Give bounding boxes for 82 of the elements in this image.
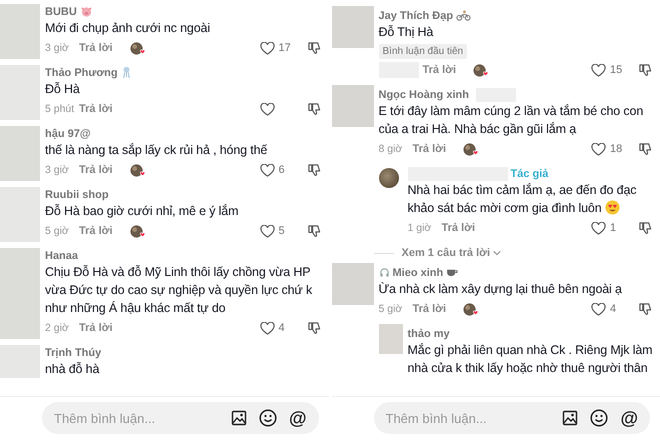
timestamp: 5 phút bbox=[45, 103, 75, 115]
pig-icon bbox=[80, 6, 93, 17]
reply-link[interactable]: Trả lời bbox=[412, 303, 446, 315]
first-comment-badge: Bình luận đầu tiên bbox=[378, 44, 468, 59]
timestamp: 5 giờ bbox=[45, 225, 70, 237]
timestamp: 2 giờ bbox=[45, 322, 70, 334]
username[interactable]: Trịnh Thúy bbox=[45, 346, 102, 358]
comment-text: Đỗ Hà bbox=[45, 81, 81, 98]
headphones-icon bbox=[378, 267, 390, 278]
comment-text: Nhà hai bác tìm cảm lắm ạ, ae đến đo đạc khảo sát bác mời cơm gia đình luôn bbox=[408, 182, 638, 217]
thumbs-down-icon[interactable] bbox=[308, 224, 320, 238]
image-icon[interactable] bbox=[562, 410, 578, 426]
username[interactable]: Ruubii shop bbox=[45, 188, 109, 200]
timestamp: 5 giờ bbox=[378, 303, 404, 315]
reply-link[interactable]: Trả lời bbox=[79, 225, 112, 237]
comment-input-field[interactable]: Thêm bình luận... @ bbox=[374, 402, 650, 434]
thumbs-down-icon[interactable] bbox=[639, 64, 652, 76]
comment-text: Đỗ Thị Hà bbox=[378, 24, 434, 41]
reply-link[interactable]: Trả lời bbox=[79, 164, 112, 176]
image-icon[interactable] bbox=[230, 410, 247, 426]
chevron-icon bbox=[493, 250, 502, 256]
thumbs-down-icon[interactable] bbox=[639, 222, 652, 234]
comment-input-field[interactable]: Thêm bình luận... @ bbox=[42, 402, 318, 434]
cup-icon bbox=[446, 268, 460, 277]
comment-text: Mắc gì phải liên quan nhà Ck . Riêng Mjk làm nhà cửa k thik lấy hoặc nhờ thuê người thân bbox=[408, 342, 654, 377]
username[interactable]: BUBU bbox=[45, 6, 77, 18]
comment-text: Ừa nhà ck làm xây dựng lại thuê bên ngoài ạ bbox=[378, 281, 623, 298]
like-count: 15 bbox=[610, 64, 622, 76]
reply-link[interactable]: Trả lời bbox=[79, 322, 112, 334]
like-count: 17 bbox=[278, 42, 291, 54]
comment-text: Mới đi chụp ảnh cưới nc ngoài bbox=[45, 20, 211, 37]
avatar[interactable] bbox=[378, 168, 398, 188]
heart-icon[interactable] bbox=[591, 222, 606, 234]
heart-icon[interactable] bbox=[591, 142, 606, 156]
comment-text: Chịu Đỗ Hà và đỗ Mỹ Linh thôi lấy chồng vừa HP vừa Đức tự do cao sự nghiệp và quyền lực chứ k như những Á hậu khác mất tự do bbox=[45, 264, 314, 317]
like-count: 1 bbox=[610, 222, 616, 234]
thumbs-down-icon[interactable] bbox=[639, 302, 652, 316]
comment-text: Đỗ Hà bao giờ cưới nhỉ, mê e ý lắm bbox=[45, 203, 240, 220]
like-count: 4 bbox=[610, 303, 616, 315]
bike-icon bbox=[456, 10, 472, 21]
like-count: 5 bbox=[278, 225, 285, 237]
reply-link[interactable]: Trả lời bbox=[79, 103, 112, 115]
mention-button[interactable]: @ bbox=[620, 408, 638, 428]
username[interactable]: Jay Thích Đạp bbox=[378, 10, 454, 22]
thumbs-down-icon[interactable] bbox=[639, 142, 652, 156]
emoji-icon[interactable] bbox=[258, 409, 277, 427]
reply-link[interactable]: Trả lời bbox=[79, 42, 112, 54]
heart-icon[interactable] bbox=[260, 42, 274, 54]
username[interactable]: hậu 97@ bbox=[45, 128, 91, 140]
timestamp: 1 giờ bbox=[408, 222, 432, 234]
author-tag: Tác giả bbox=[510, 168, 548, 180]
timestamp: 8 giờ bbox=[378, 143, 404, 155]
reply-link[interactable]: Trả lời bbox=[442, 222, 475, 234]
username[interactable]: Mieo xinh bbox=[392, 266, 444, 278]
reply-link[interactable]: Trả lời bbox=[422, 64, 456, 76]
mention-button[interactable]: @ bbox=[288, 408, 306, 428]
like-count: 4 bbox=[278, 322, 285, 334]
username[interactable]: Ngọc Hoàng xinh bbox=[378, 88, 469, 100]
thumbs-down-icon[interactable] bbox=[308, 102, 320, 116]
heart-icon[interactable] bbox=[591, 64, 606, 76]
username[interactable]: thảo my bbox=[408, 328, 450, 340]
heart-eyes-emoji-icon bbox=[604, 200, 620, 215]
thumbs-down-icon[interactable] bbox=[308, 164, 320, 176]
like-count: 6 bbox=[278, 164, 285, 176]
emoji-icon[interactable] bbox=[590, 409, 608, 427]
heart-icon[interactable] bbox=[260, 164, 274, 176]
like-count: 18 bbox=[610, 143, 622, 155]
heart-icon[interactable] bbox=[260, 322, 274, 334]
timestamp: 3 giờ bbox=[45, 42, 70, 54]
username[interactable]: Hanaa bbox=[45, 250, 78, 262]
view-replies-link[interactable]: Xem 1 câu trả lời bbox=[402, 247, 502, 259]
comment-text: nhà đỗ hà bbox=[45, 361, 100, 378]
heart-icon[interactable] bbox=[260, 224, 274, 238]
heart-icon[interactable] bbox=[260, 102, 274, 116]
heart-icon[interactable] bbox=[591, 302, 606, 316]
comment-text: thế là nàng ta sắp lấy ck rủi hả , hóng thế bbox=[45, 142, 268, 159]
thumbs-down-icon[interactable] bbox=[308, 322, 320, 334]
reply-link[interactable]: Trả lời bbox=[412, 143, 446, 155]
timestamp: 3 giờ bbox=[45, 164, 70, 176]
thumbs-down-icon[interactable] bbox=[308, 42, 320, 54]
username[interactable]: Thảo Phương bbox=[45, 66, 118, 78]
comment-text: E tới đây làm mâm cúng 2 lần và tắm bé cho con của a trai Hà. Nhà bác gần gũi lắm ạ bbox=[378, 103, 644, 138]
